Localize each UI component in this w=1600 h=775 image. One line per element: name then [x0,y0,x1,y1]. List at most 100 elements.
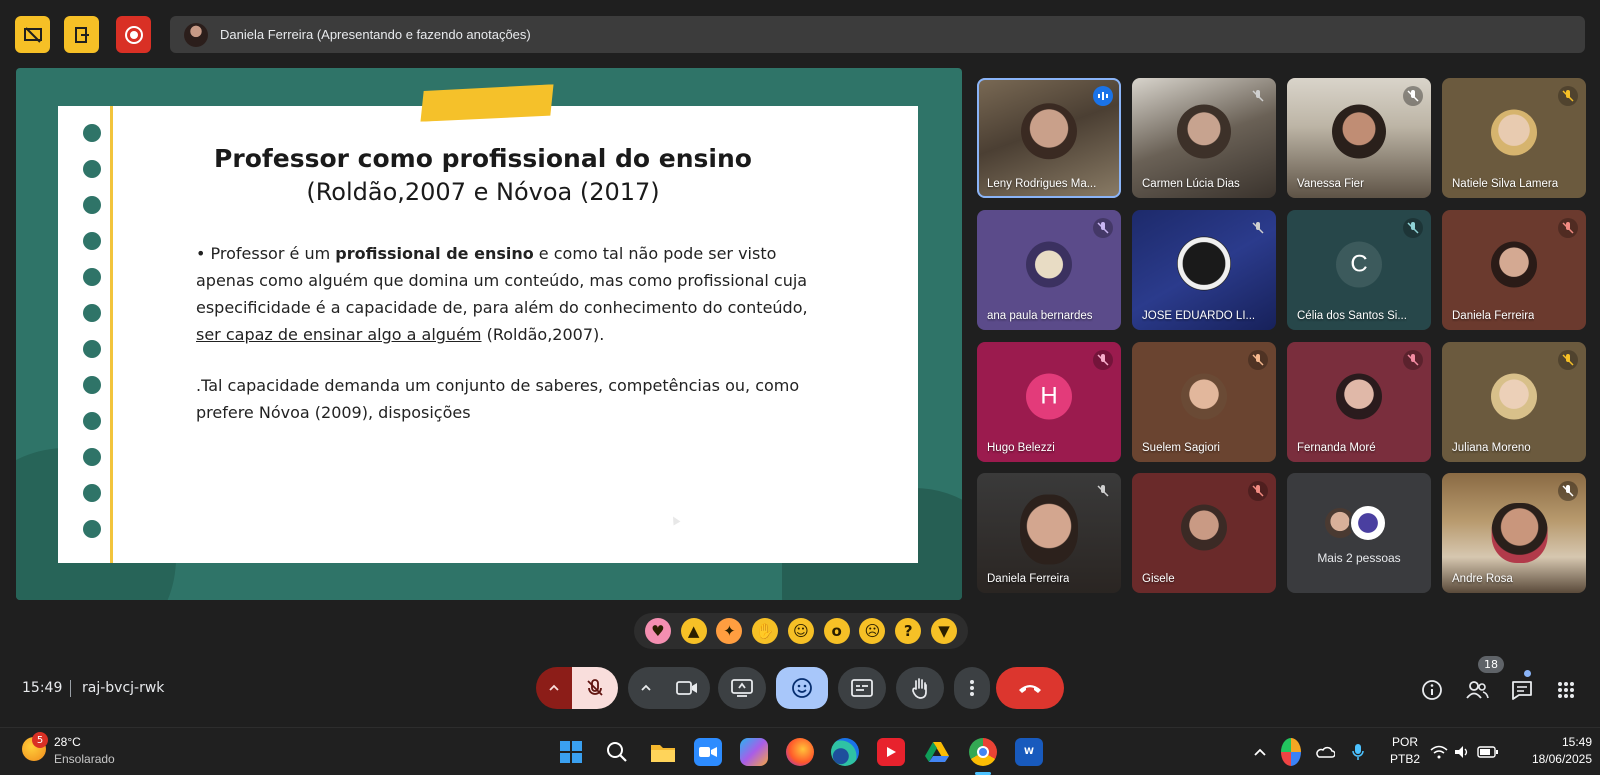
exit-presentation-button[interactable] [64,16,99,53]
firefox-icon[interactable] [786,738,814,766]
participant-tile[interactable]: H Hugo Belezzi [977,342,1121,462]
stop-presenting-button[interactable] [15,16,50,53]
binder-hole [83,124,101,142]
more-vert-icon [970,680,974,696]
avatar-initial: H [1026,373,1072,420]
mic-off-icon [1558,350,1578,370]
mic-off-icon [1248,350,1268,370]
participant-tile[interactable]: Daniela Ferreira [1442,210,1586,330]
edge-icon[interactable] [831,738,859,766]
camera-toggle-button[interactable] [664,667,710,709]
recording-button[interactable] [116,16,151,53]
participant-tile[interactable]: Juliana Moreno [1442,342,1586,462]
chevron-up-icon[interactable] [1250,738,1270,766]
onedrive-icon[interactable] [1314,738,1336,766]
participant-count-badge: 18 [1478,656,1504,673]
thumbs-down-icon[interactable]: ▼ [931,618,957,644]
windows-taskbar: 5 28°C Ensolarado W POR PTB2 15:49 18/06… [0,727,1600,775]
weather-description[interactable]: Ensolarado [54,752,115,766]
binder-hole [83,232,101,250]
keyboard-layout[interactable]: PTB2 [1385,752,1425,766]
volume-icon[interactable] [1452,738,1474,766]
obs-logo-icon [1177,236,1231,291]
tears-of-joy-icon[interactable]: ☺ [787,618,814,644]
system-time[interactable]: 15:49 [1508,735,1592,749]
people-button[interactable] [1464,677,1490,703]
reactions-button[interactable] [776,667,828,709]
input-language[interactable]: POR [1385,735,1425,749]
presenter-banner: Daniela Ferreira (Apresentando e fazendo… [170,16,1585,53]
participant-tile[interactable]: Daniela Ferreira [977,473,1121,593]
party-popper-icon[interactable]: ✦ [716,618,743,644]
participant-name: Carmen Lúcia Dias [1142,178,1240,190]
system-date[interactable]: 18/06/2025 [1508,752,1592,766]
screen-share-off-icon [23,26,42,43]
participant-name: Leny Rodrigues Ma... [987,178,1097,190]
participant-name: Daniela Ferreira [1452,310,1535,322]
present-screen-button[interactable] [718,667,766,709]
weather-temperature[interactable]: 28°C [54,735,81,749]
battery-icon[interactable] [1476,738,1500,766]
chrome-center [977,746,989,758]
more-participants-tile[interactable]: Mais 2 pessoas [1287,473,1431,593]
participant-tile[interactable]: Carmen Lúcia Dias [1132,78,1276,198]
zoom-icon[interactable] [694,738,722,766]
chrome-icon[interactable] [969,738,997,766]
participant-tile[interactable]: Fernanda Moré [1287,342,1431,462]
copilot-icon[interactable] [740,738,768,766]
start-icon[interactable] [557,738,585,766]
paragraph-underlined: ser capaz de ensinar algo a alguém [196,325,482,344]
more-options-button[interactable] [954,667,990,709]
activities-button[interactable] [1553,677,1579,703]
participant-name: Daniela Ferreira [987,573,1070,585]
google-drive-icon[interactable] [923,738,951,766]
apps-grid-icon [1558,682,1574,698]
microphone-icon[interactable] [1348,738,1368,766]
participant-tile[interactable]: ana paula bernardes [977,210,1121,330]
reactions-bar: ♥ ▲ ✦ ✋ ☺ o ☹ ? ▼ [634,613,968,649]
chat-button[interactable] [1509,677,1535,703]
word-icon[interactable]: W [1015,738,1043,766]
globoplay-icon[interactable] [877,738,905,766]
sparkling-heart-icon[interactable]: ♥ [644,618,671,644]
participant-tile[interactable]: Natiele Silva Lamera [1442,78,1586,198]
captions-button[interactable] [838,667,886,709]
audio-options-button[interactable] [536,667,572,709]
participant-name: JOSÉ EDUARDO LI... [1142,310,1256,322]
surprised-face-icon[interactable]: o [823,618,850,644]
sad-face-icon[interactable]: ☹ [859,618,886,644]
meeting-details-button[interactable] [1419,677,1445,703]
clapping-hands-icon[interactable]: ✋ [752,618,779,644]
paragraph-bold: profissional de ensino [335,244,534,263]
participant-name: Hugo Belezzi [987,442,1055,454]
meet-window: Daniela Ferreira (Apresentando e fazendo… [0,0,1600,775]
mic-off-icon [1558,86,1578,106]
participant-tile[interactable]: Gisele [1132,473,1276,593]
participant-name: Juliana Moreno [1452,442,1531,454]
file-explorer-icon[interactable] [649,738,677,766]
thumbs-up-icon[interactable]: ▲ [680,618,707,644]
avatar [1181,504,1227,551]
avatar [1181,373,1227,420]
emoji-icon [792,678,812,698]
wifi-icon[interactable] [1428,738,1450,766]
thinking-face-icon[interactable]: ? [895,618,922,644]
participant-tile[interactable]: C Célia dos Santos Si... [1287,210,1431,330]
microphone-toggle-button[interactable] [572,667,618,709]
presenter-label: Daniela Ferreira (Apresentando e fazendo… [220,27,531,42]
leave-call-button[interactable] [996,667,1064,709]
raise-hand-button[interactable] [896,667,944,709]
participant-tile[interactable]: Leny Rodrigues Ma... [977,78,1121,198]
tray-app-icon[interactable] [1281,738,1301,766]
participant-tile[interactable]: Vanessa Fier [1287,78,1431,198]
participant-tile[interactable]: Suelem Sagiori [1132,342,1276,462]
search-icon[interactable] [603,738,631,766]
chevron-up-icon [549,684,559,691]
meeting-code[interactable]: raj-bvcj-rwk [82,680,164,696]
participant-tile[interactable]: JOSÉ EDUARDO LI... [1132,210,1276,330]
participant-tile[interactable]: Andre Rosa [1442,473,1586,593]
video-options-button[interactable] [628,667,664,709]
participant-video [1332,104,1386,159]
participant-name: Célia dos Santos Si... [1297,310,1407,322]
camera-icon [676,681,697,695]
